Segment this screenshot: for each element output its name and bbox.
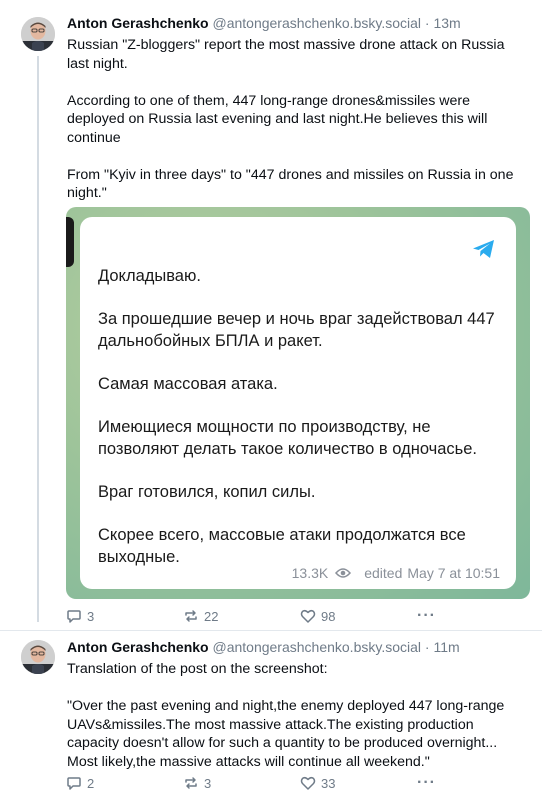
post-paragraph: According to one of them, 447 long-range… [67,92,488,146]
post-header: Anton Gerashchenko @antongerashchenko.bs… [67,14,461,32]
post-text: Russian "Z-bloggers" report the most mas… [67,36,529,203]
eye-icon [335,568,352,578]
repost-count: 22 [204,608,219,624]
post-paragraph: Russian "Z-bloggers" report the most mas… [67,37,505,72]
heart-icon [300,776,316,790]
view-count: 13.3K [291,565,329,581]
edited-label: edited [364,565,403,581]
avatar[interactable] [21,640,55,674]
message-line: Докладываю. [98,267,201,285]
reply-button[interactable]: 3 [66,606,94,626]
telegram-icon [473,240,494,258]
reply-icon [67,777,81,790]
separator-dot: · [424,639,430,655]
reply-button[interactable]: 2 [66,773,94,793]
author-name[interactable]: Anton Gerashchenko [67,15,209,31]
message-line: Самая массовая атака. [98,375,278,393]
like-count: 33 [321,775,336,791]
telegram-message-card: Докладываю. За прошедшие вечер и ночь вр… [80,217,516,589]
post-paragraph: Translation of the post on the screensho… [67,661,328,677]
message-date: May 7 at 10:51 [407,565,500,581]
post-actions: 2 3 33 ··· [66,773,446,793]
post-paragraph: From "Kyiv in three days" to "447 drones… [67,166,514,202]
message-line: За прошедшие вечер и ночь враг задейство… [98,310,495,350]
author-handle[interactable]: @antongerashchenko.bsky.social [212,15,421,31]
repost-button[interactable]: 3 [183,773,211,793]
like-button[interactable]: 33 [300,773,335,793]
like-count: 98 [321,608,336,624]
post[interactable]: Anton Gerashchenko @antongerashchenko.bs… [0,630,542,799]
post-timestamp[interactable]: 11m [433,639,459,655]
heart-icon [300,609,316,623]
telegram-message-text: Докладываю. За прошедшие вечер и ночь вр… [98,265,508,568]
author-name[interactable]: Anton Gerashchenko [67,639,209,655]
post-header: Anton Gerashchenko @antongerashchenko.bs… [67,638,460,656]
post-text: Translation of the post on the screensho… [67,660,529,771]
separator-dot: · [424,15,430,31]
image-edge-shadow [66,217,74,267]
reply-icon [67,610,81,623]
message-line: Имеющиеся мощности по производству, не п… [98,418,478,458]
post-actions: 3 22 98 ··· [66,606,446,626]
avatar[interactable] [21,17,55,51]
repost-icon [185,777,197,789]
more-options-button[interactable]: ··· [417,773,436,793]
reply-count: 3 [87,608,95,624]
like-button[interactable]: 98 [300,606,335,626]
more-dots-icon: ··· [417,774,436,791]
message-meta: 13.3K edited May 7 at 10:51 [292,565,500,581]
post[interactable]: Anton Gerashchenko @antongerashchenko.bs… [0,0,542,630]
repost-icon [185,610,197,622]
embedded-image[interactable]: Докладываю. За прошедшие вечер и ночь вр… [66,207,530,599]
message-line: Скорее всего, массовые атаки продолжатся… [98,526,466,566]
post-paragraph: "Over the past evening and night,the ene… [67,698,505,770]
author-handle[interactable]: @antongerashchenko.bsky.social [212,639,421,655]
reply-count: 2 [87,775,95,791]
message-line: Враг готовился, копил силы. [98,483,316,501]
more-dots-icon: ··· [417,607,436,624]
post-timestamp[interactable]: 13m [433,15,460,31]
more-options-button[interactable]: ··· [417,606,436,626]
repost-button[interactable]: 22 [183,606,218,626]
repost-count: 3 [204,775,212,791]
